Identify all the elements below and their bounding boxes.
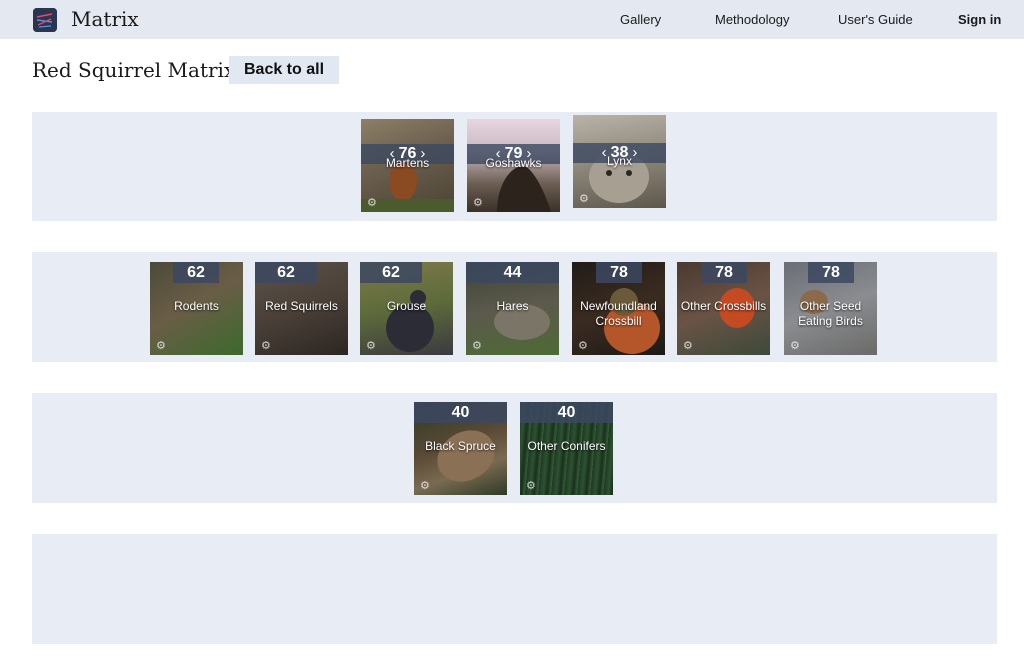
nav-users-guide[interactable]: User's Guide <box>838 12 913 27</box>
gear-icon[interactable]: ⚙ <box>473 198 484 209</box>
matrix-logo-icon[interactable] <box>33 8 57 32</box>
gear-icon[interactable]: ⚙ <box>526 481 537 492</box>
red-squirrels-value-badge: 62 <box>255 262 317 283</box>
tile-goshawks[interactable]: ‹ 79 › Goshawks ⚙ <box>467 119 560 212</box>
tile-label: Other Seed Eating Birds <box>798 299 863 328</box>
tile-label: Other Crossbills <box>680 299 767 313</box>
tile-label: Goshawks <box>485 156 542 170</box>
tile-label: Black Spruce <box>425 439 496 453</box>
rodents-value-badge: 62 <box>173 262 219 283</box>
gear-icon[interactable]: ⚙ <box>156 341 167 352</box>
tile-rodents[interactable]: 62 Rodents ⚙ <box>150 262 243 355</box>
tile-other-seed-eating-birds[interactable]: 78 Other Seed Eating Birds ⚙ <box>784 262 877 355</box>
nav-gallery[interactable]: Gallery <box>620 12 661 27</box>
tile-label: Martens <box>385 156 430 170</box>
grouse-value-badge: 62 <box>360 262 422 283</box>
other-conifers-value-badge: 40 <box>520 402 613 423</box>
gear-icon[interactable]: ⚙ <box>261 341 272 352</box>
gear-icon[interactable]: ⚙ <box>366 341 377 352</box>
gear-icon[interactable]: ⚙ <box>472 341 483 352</box>
matrix-row-4 <box>32 534 997 644</box>
back-to-all-button[interactable]: Back to all <box>229 56 339 84</box>
gear-icon[interactable]: ⚙ <box>420 481 431 492</box>
other-seed-eating-birds-value-badge: 78 <box>808 262 854 283</box>
tile-red-squirrels[interactable]: 62 Red Squirrels ⚙ <box>255 262 348 355</box>
tile-label: Lynx <box>607 154 632 168</box>
tile-martens[interactable]: ‹ 76 › Martens ⚙ <box>361 119 454 212</box>
nav-methodology[interactable]: Methodology <box>715 12 789 27</box>
tile-newfoundland-crossbill[interactable]: 78 Newfoundland Crossbill ⚙ <box>572 262 665 355</box>
tile-hares[interactable]: 44 Hares ⚙ <box>466 262 559 355</box>
newfoundland-crossbill-value-badge: 78 <box>596 262 642 283</box>
gear-icon[interactable]: ⚙ <box>579 194 590 205</box>
gear-icon[interactable]: ⚙ <box>790 341 801 352</box>
tile-grouse[interactable]: 62 Grouse ⚙ <box>360 262 453 355</box>
nav-sign-in[interactable]: Sign in <box>958 12 1001 27</box>
gear-icon[interactable]: ⚙ <box>578 341 589 352</box>
other-crossbills-value-badge: 78 <box>701 262 747 283</box>
brand-name[interactable]: Matrix <box>71 7 139 31</box>
tile-label: Other Conifers <box>527 439 606 453</box>
matrix-row-3 <box>32 393 997 503</box>
tile-label: Grouse <box>386 299 427 313</box>
gear-icon[interactable]: ⚙ <box>367 198 378 209</box>
tile-label: Rodents <box>174 299 219 313</box>
tile-label: Red Squirrels <box>265 299 338 313</box>
tile-label: Hares <box>496 299 529 313</box>
top-navbar: Matrix Gallery Methodology User's Guide … <box>0 0 1024 39</box>
tile-other-crossbills[interactable]: 78 Other Crossbills ⚙ <box>677 262 770 355</box>
hares-value-badge: 44 <box>466 262 559 283</box>
black-spruce-value-badge: 40 <box>414 402 507 423</box>
tile-other-conifers[interactable]: 40 Other Conifers ⚙ <box>520 402 613 495</box>
gear-icon[interactable]: ⚙ <box>683 341 694 352</box>
tile-label: Newfoundland Crossbill <box>580 299 657 328</box>
page-title: Red Squirrel Matrix <box>32 58 236 82</box>
tile-lynx[interactable]: ‹ 38 › Lynx ⚙ <box>573 115 666 208</box>
tile-black-spruce[interactable]: 40 Black Spruce ⚙ <box>414 402 507 495</box>
